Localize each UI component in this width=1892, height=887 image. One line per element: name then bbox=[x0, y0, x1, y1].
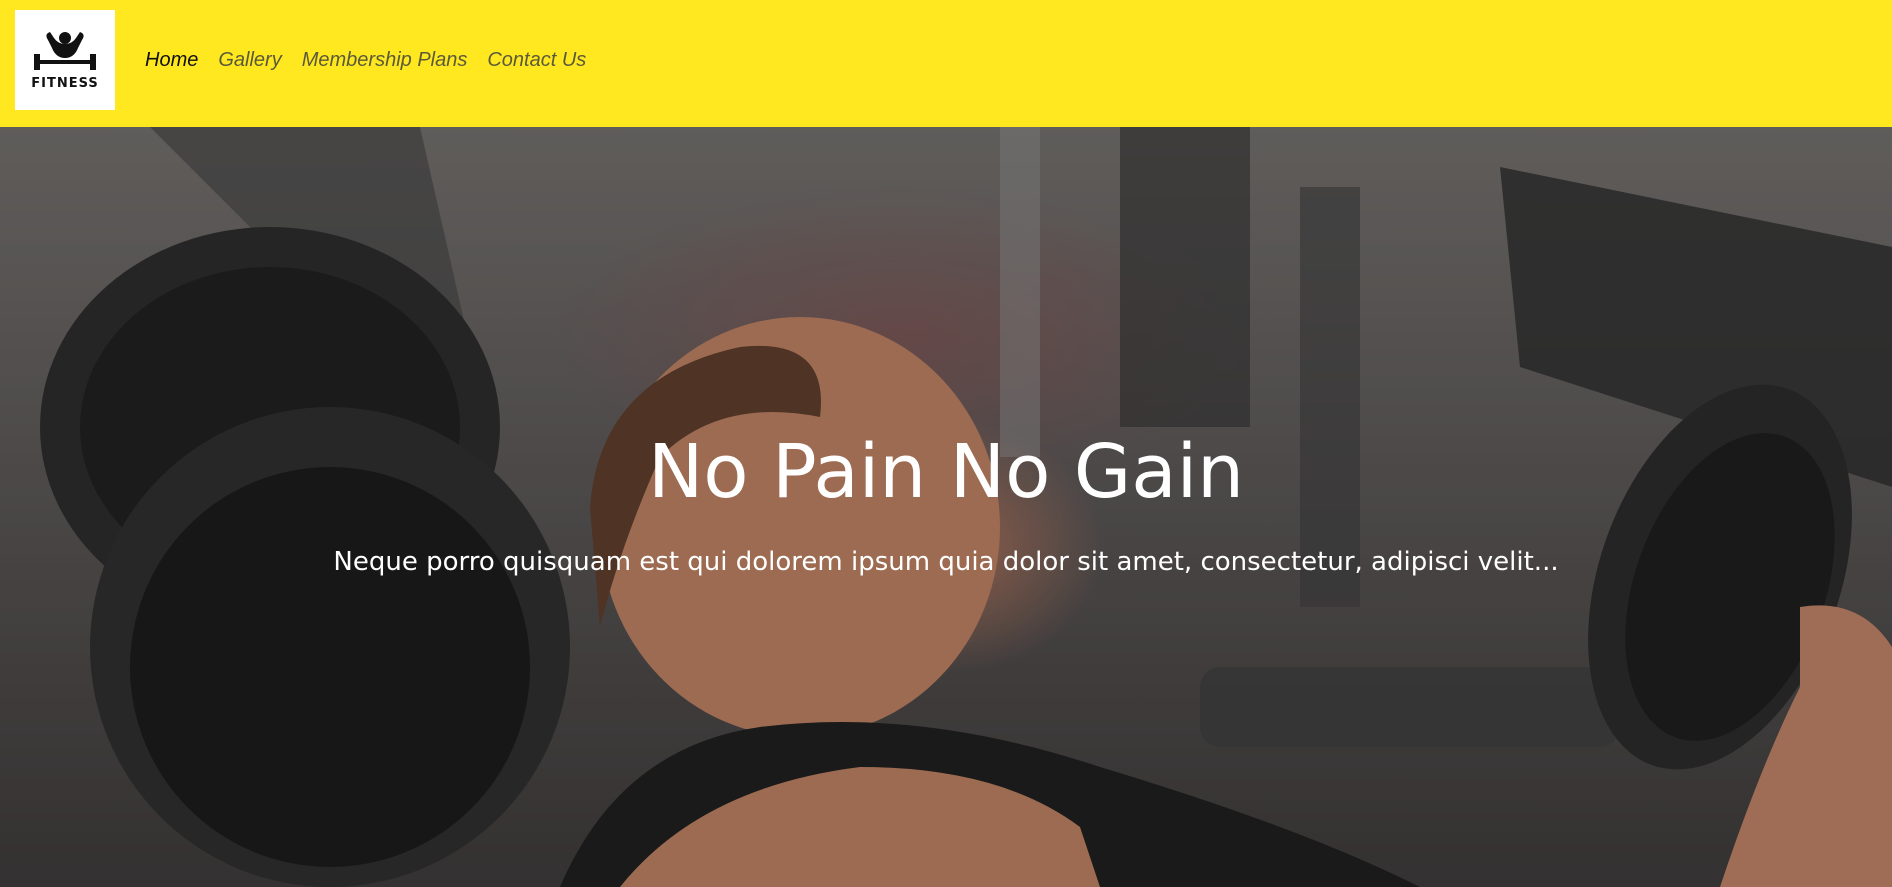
hero-subtitle: Neque porro quisquam est qui dolorem ips… bbox=[333, 547, 1559, 577]
nav-home[interactable]: Home bbox=[145, 49, 198, 72]
nav-gallery[interactable]: Gallery bbox=[218, 49, 281, 72]
bodybuilder-icon bbox=[34, 31, 96, 70]
hero-title: No Pain No Gain bbox=[647, 429, 1245, 515]
brand-name: FITNESS bbox=[31, 75, 99, 91]
brand-logo[interactable]: FITNESS bbox=[15, 10, 115, 110]
nav-contact-us[interactable]: Contact Us bbox=[487, 49, 586, 72]
main-nav: Home Gallery Membership Plans Contact Us bbox=[145, 0, 586, 120]
navbar: FITNESS Home Gallery Membership Plans Co… bbox=[0, 0, 1892, 127]
hero-section: No Pain No Gain Neque porro quisquam est… bbox=[0, 127, 1892, 887]
nav-membership-plans[interactable]: Membership Plans bbox=[302, 49, 468, 72]
